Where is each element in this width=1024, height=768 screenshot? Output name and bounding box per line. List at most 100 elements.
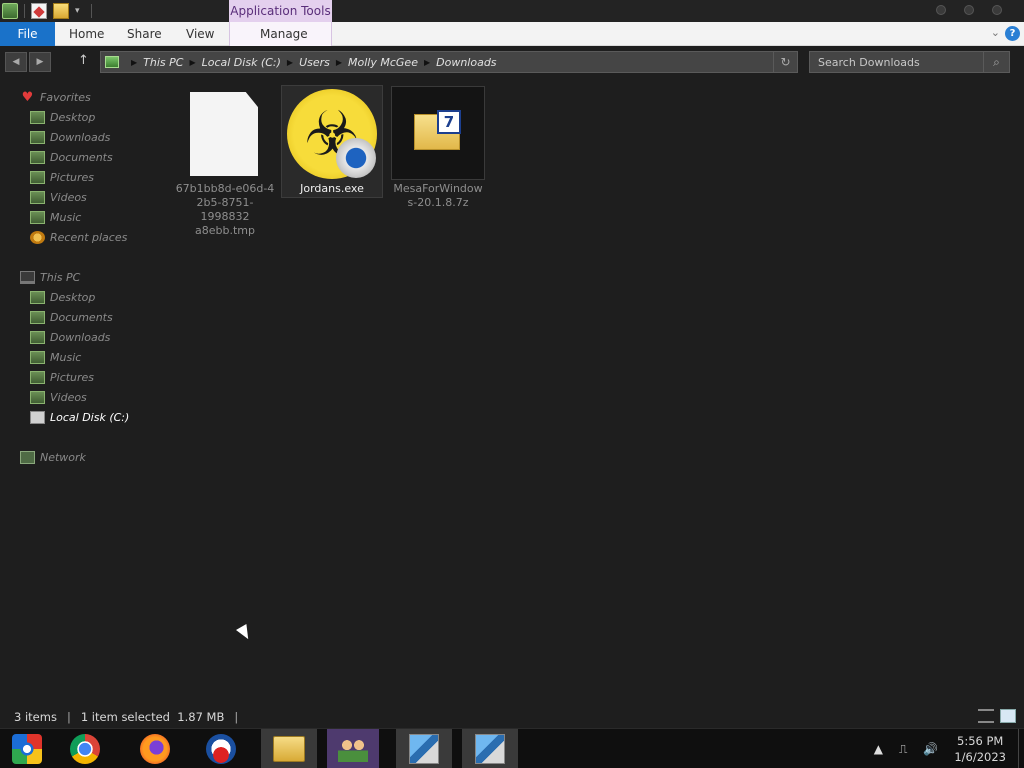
search-box[interactable]: ⌕ bbox=[809, 51, 1010, 73]
minimize-button[interactable] bbox=[936, 5, 946, 15]
clock[interactable]: 5:56 PM 1/6/2023 bbox=[954, 733, 1006, 765]
desktop-folder-icon bbox=[30, 110, 45, 124]
hard-drive-icon bbox=[30, 410, 45, 424]
taskbar-setup-1[interactable] bbox=[396, 729, 452, 768]
nav-favorites[interactable]: ♥ Favorites bbox=[20, 88, 91, 106]
seven-zip-badge-icon: 7 bbox=[437, 110, 461, 134]
status-bar: 3 items | 1 item selected 1.87 MB | bbox=[0, 707, 1024, 727]
help-icon[interactable]: ? bbox=[1005, 26, 1020, 41]
nav-pc-music[interactable]: Music bbox=[30, 348, 81, 366]
maximize-button[interactable] bbox=[964, 5, 974, 15]
system-tray: ▲ ⎍ 🔊 5:56 PM 1/6/2023 bbox=[866, 729, 1024, 768]
nav-pc-local-disk[interactable]: Local Disk (C:) bbox=[30, 408, 129, 426]
details-view-icon[interactable] bbox=[978, 709, 994, 723]
expand-ribbon-chevron-icon[interactable]: ⌄ bbox=[991, 26, 1000, 39]
setup-installer-icon bbox=[409, 734, 439, 764]
customize-toolbar-chevron-icon[interactable]: ▾ bbox=[75, 3, 85, 19]
taskbar-firefox[interactable] bbox=[132, 729, 178, 768]
nav-fav-music[interactable]: Music bbox=[30, 208, 81, 226]
title-bar: ▾ Application Tools bbox=[0, 0, 1024, 22]
nav-pc-documents[interactable]: Documents bbox=[30, 308, 113, 326]
downloads-folder-icon bbox=[30, 130, 45, 144]
nav-pc-downloads[interactable]: Downloads bbox=[30, 328, 110, 346]
search-input[interactable] bbox=[810, 55, 980, 69]
breadcrumb-chevron-icon[interactable]: ▶ bbox=[189, 58, 195, 67]
firefox-icon bbox=[140, 734, 170, 764]
monitor-icon bbox=[20, 270, 35, 284]
forward-button[interactable]: ▶ bbox=[29, 52, 51, 72]
navigation-bar: ◀ ▶ ↑ ▶ This PC ▶ Local Disk (C:) ▶ User… bbox=[0, 47, 1024, 77]
nav-pc-videos[interactable]: Videos bbox=[30, 388, 87, 406]
close-button[interactable] bbox=[992, 5, 1002, 15]
nav-label: Local Disk (C:) bbox=[50, 410, 130, 424]
recent-places-icon bbox=[30, 230, 45, 244]
breadcrumb-users[interactable]: Users bbox=[299, 56, 330, 69]
network-status-icon[interactable]: ⎍ bbox=[899, 742, 907, 757]
nav-fav-pictures[interactable]: Pictures bbox=[30, 168, 94, 186]
tab-home[interactable]: Home bbox=[69, 22, 104, 46]
up-arrow-icon[interactable]: ↑ bbox=[78, 53, 89, 68]
nav-label: Music bbox=[50, 210, 82, 224]
nav-fav-videos[interactable]: Videos bbox=[30, 188, 87, 206]
taskbar-file-explorer[interactable] bbox=[261, 729, 317, 768]
volume-icon[interactable]: 🔊 bbox=[923, 742, 938, 756]
application-tools-context-tab: Application Tools bbox=[229, 0, 332, 22]
nav-fav-documents[interactable]: Documents bbox=[30, 148, 113, 166]
chrome-icon bbox=[70, 734, 100, 764]
pictures-folder-icon bbox=[30, 170, 45, 184]
tab-view[interactable]: View bbox=[186, 22, 214, 46]
taskbar-setup-2[interactable] bbox=[462, 729, 518, 768]
navigation-pane: ♥ Favorites Desktop Downloads Documents P… bbox=[0, 85, 150, 705]
nav-fav-downloads[interactable]: Downloads bbox=[30, 128, 110, 146]
start-button[interactable] bbox=[4, 729, 50, 768]
back-button[interactable]: ◀ bbox=[5, 52, 27, 72]
nav-label: Documents bbox=[50, 150, 113, 164]
nav-label: Documents bbox=[50, 310, 113, 324]
breadcrumb-chevron-icon[interactable]: ▶ bbox=[336, 58, 342, 67]
breadcrumb-user-folder[interactable]: Molly McGee bbox=[348, 56, 418, 69]
breadcrumb-chevron-icon[interactable]: ▶ bbox=[131, 58, 137, 67]
show-hidden-icons-chevron-icon[interactable]: ▲ bbox=[874, 742, 883, 756]
file-item-mesa-7z[interactable]: 7 MesaForWindow s-20.1.8.7z bbox=[388, 86, 488, 216]
properties-icon[interactable] bbox=[31, 3, 47, 19]
large-icons-view-icon[interactable] bbox=[1000, 709, 1016, 723]
file-name: MesaForWindow s-20.1.8.7z bbox=[393, 182, 483, 209]
pictures-folder-icon bbox=[30, 370, 45, 384]
refresh-icon[interactable]: ↻ bbox=[773, 52, 797, 72]
file-item-tmp[interactable]: 67b1bb8d-e06d-4 2b5-8751-1998832 a8ebb.t… bbox=[175, 88, 275, 237]
tab-file[interactable]: File bbox=[0, 22, 55, 46]
network-icon bbox=[20, 450, 35, 464]
file-explorer-icon bbox=[273, 736, 305, 762]
this-pc-icon bbox=[105, 56, 119, 68]
tab-manage[interactable]: Manage bbox=[260, 22, 308, 46]
taskbar-people-app[interactable] bbox=[327, 729, 379, 768]
nav-pc-pictures[interactable]: Pictures bbox=[30, 368, 94, 386]
setup-installer-icon bbox=[475, 734, 505, 764]
nav-fav-desktop[interactable]: Desktop bbox=[30, 108, 95, 126]
nav-this-pc[interactable]: This PC bbox=[20, 268, 80, 286]
nav-label: Pictures bbox=[50, 370, 95, 384]
nav-fav-recent-places[interactable]: Recent places bbox=[30, 228, 127, 246]
file-name: Jordans.exe bbox=[300, 182, 364, 195]
taskbar-chrome[interactable] bbox=[62, 729, 108, 768]
nav-network[interactable]: Network bbox=[20, 448, 86, 466]
people-app-icon bbox=[338, 736, 368, 762]
breadcrumb-this-pc[interactable]: This PC bbox=[143, 56, 183, 69]
search-icon[interactable]: ⌕ bbox=[983, 52, 1009, 72]
explorer-app-icon[interactable] bbox=[2, 3, 18, 19]
show-desktop-button[interactable] bbox=[1018, 729, 1024, 768]
downloads-folder-icon bbox=[30, 330, 45, 344]
tab-share[interactable]: Share bbox=[127, 22, 162, 46]
taskbar-campaign-app[interactable] bbox=[198, 729, 244, 768]
music-folder-icon bbox=[30, 210, 45, 224]
clock-time: 5:56 PM bbox=[957, 734, 1004, 748]
breadcrumb-chevron-icon[interactable]: ▶ bbox=[287, 58, 293, 67]
file-item-jordans-exe[interactable]: ☣ Jordans.exe bbox=[281, 85, 383, 198]
breadcrumb-local-disk[interactable]: Local Disk (C:) bbox=[202, 56, 281, 69]
breadcrumb-downloads[interactable]: Downloads bbox=[436, 56, 496, 69]
desktop-folder-icon bbox=[30, 290, 45, 304]
nav-pc-desktop[interactable]: Desktop bbox=[30, 288, 95, 306]
address-bar[interactable]: ▶ This PC ▶ Local Disk (C:) ▶ Users ▶ Mo… bbox=[100, 51, 798, 73]
breadcrumb-chevron-icon[interactable]: ▶ bbox=[424, 58, 430, 67]
new-folder-icon[interactable] bbox=[53, 3, 69, 19]
